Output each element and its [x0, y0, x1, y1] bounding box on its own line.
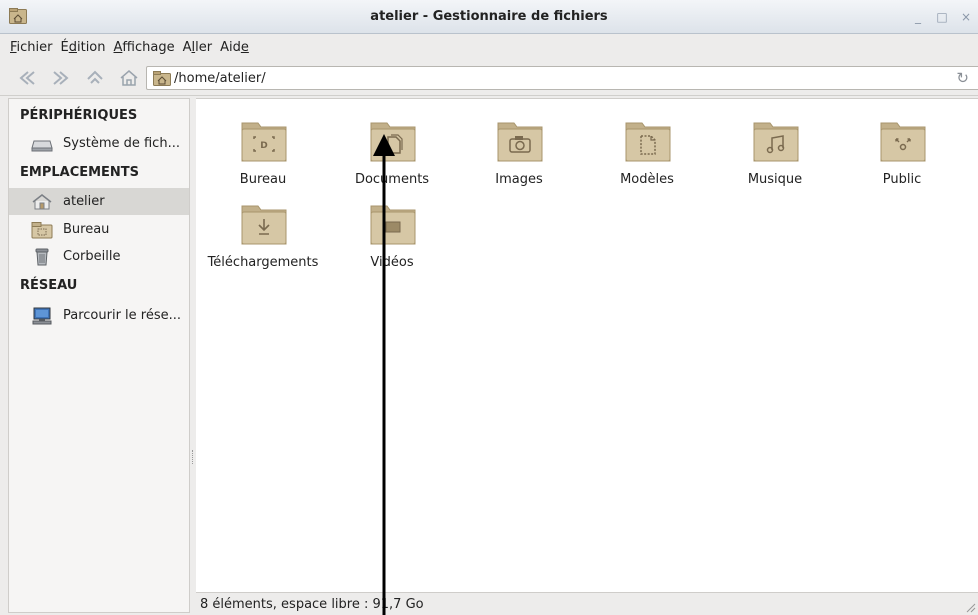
file-name: Bureau [239, 172, 287, 187]
file-item-musique[interactable]: Musique [710, 105, 840, 187]
file-item-videos[interactable]: Vidéos [327, 188, 457, 270]
sidebar-heading-places: EMPLACEMENTS [20, 165, 140, 180]
menu-aide-pre: Aid [220, 39, 241, 55]
sidebar-item-label: Parcourir le rése... [63, 308, 182, 323]
file-item-modeles[interactable]: Modèles [582, 105, 712, 187]
home-folder-icon [153, 71, 171, 86]
up-icon[interactable] [84, 68, 106, 88]
sidebar-item-label: Bureau [63, 222, 110, 237]
menu-fichier-rest: ichier [16, 39, 53, 55]
sidebar-item-bureau[interactable]: Bureau [9, 216, 189, 243]
status-bar: 8 éléments, espace libre : 91,7 Go [196, 592, 978, 615]
file-name: Modèles [620, 172, 674, 187]
back-icon[interactable] [16, 68, 38, 88]
downloads-folder-icon [241, 205, 287, 245]
public-folder-icon [880, 122, 926, 162]
file-item-telechargements[interactable]: Téléchargements [198, 188, 328, 270]
file-item-bureau[interactable]: D Bureau [198, 105, 328, 187]
desktop-folder-icon [31, 222, 53, 239]
menu-aller[interactable]: Aller [183, 40, 213, 55]
music-folder-icon [753, 122, 799, 162]
drive-icon [31, 140, 53, 152]
title-bar[interactable]: atelier - Gestionnaire de fichiers _ □ × [0, 0, 978, 34]
menu-affichage[interactable]: Affichage [114, 40, 175, 55]
menu-fichier[interactable]: Fichier [10, 40, 53, 55]
sidebar-item-label: atelier [63, 194, 105, 209]
status-text: 8 éléments, espace libre : 91,7 Go [200, 597, 424, 612]
resize-grip-icon[interactable] [966, 603, 976, 613]
sidebar-item-label: Corbeille [63, 249, 121, 264]
sidebar: PÉRIPHÉRIQUES Système de fich... EMPLACE… [8, 98, 190, 613]
reload-icon[interactable]: ↻ [956, 69, 969, 87]
window-title: atelier - Gestionnaire de fichiers [370, 9, 608, 24]
sidebar-item-atelier[interactable]: atelier [9, 188, 189, 215]
forward-icon[interactable] [50, 68, 72, 88]
sidebar-item-corbeille[interactable]: Corbeille [9, 243, 189, 270]
file-manager-window: atelier - Gestionnaire de fichiers _ □ ×… [0, 0, 978, 615]
pictures-folder-icon [497, 122, 543, 162]
file-name: Images [495, 172, 543, 187]
file-name: Documents [354, 172, 430, 187]
file-name: Public [882, 172, 922, 187]
file-item-public[interactable]: Public [837, 105, 967, 187]
file-name: Téléchargements [207, 255, 319, 270]
templates-folder-icon [625, 122, 671, 162]
location-toolbar: /home/atelier/ ↻ [0, 60, 978, 96]
videos-folder-icon [370, 205, 416, 245]
menu-edition-rest: ition [76, 39, 106, 55]
splitter-grip [192, 450, 194, 464]
svg-text:D: D [260, 141, 267, 151]
sidebar-item-filesystem[interactable]: Système de fich... [9, 130, 189, 157]
file-name: Vidéos [370, 255, 414, 270]
menu-affichage-rest: ffichage [122, 39, 175, 55]
location-path: /home/atelier/ [174, 71, 266, 86]
home-icon[interactable] [118, 68, 140, 88]
network-icon [32, 307, 52, 325]
file-item-images[interactable]: Images [454, 105, 584, 187]
file-view[interactable]: D Bureau Documents Images Modèles Musiqu… [196, 98, 978, 592]
sidebar-item-network[interactable]: Parcourir le rése... [9, 302, 189, 329]
menu-edition-pre: É [60, 39, 69, 55]
menu-edition-mnemonic: d [68, 39, 77, 55]
minimize-button[interactable]: _ [909, 10, 927, 24]
file-name: Musique [747, 172, 803, 187]
close-button[interactable]: × [957, 10, 975, 24]
menu-edition[interactable]: Édition [61, 40, 106, 55]
menu-aide-mnemonic: e [240, 39, 249, 55]
sidebar-heading-devices: PÉRIPHÉRIQUES [20, 108, 138, 123]
desktop-folder-icon: D [241, 122, 287, 162]
menu-bar: Fichier Édition Affichage Aller Aide [0, 34, 978, 60]
location-bar[interactable]: /home/atelier/ ↻ [146, 66, 978, 90]
window-controls: _ □ × [906, 6, 978, 28]
menu-aide[interactable]: Aide [220, 40, 249, 55]
documents-folder-icon [370, 122, 416, 162]
home-icon [32, 194, 52, 210]
sidebar-heading-network: RÉSEAU [20, 278, 78, 293]
sidebar-item-label: Système de fich... [63, 136, 180, 151]
maximize-button[interactable]: □ [933, 10, 951, 24]
file-item-documents[interactable]: Documents [327, 105, 457, 187]
menu-aller-rest: ler [195, 39, 213, 55]
trash-icon [35, 248, 49, 266]
